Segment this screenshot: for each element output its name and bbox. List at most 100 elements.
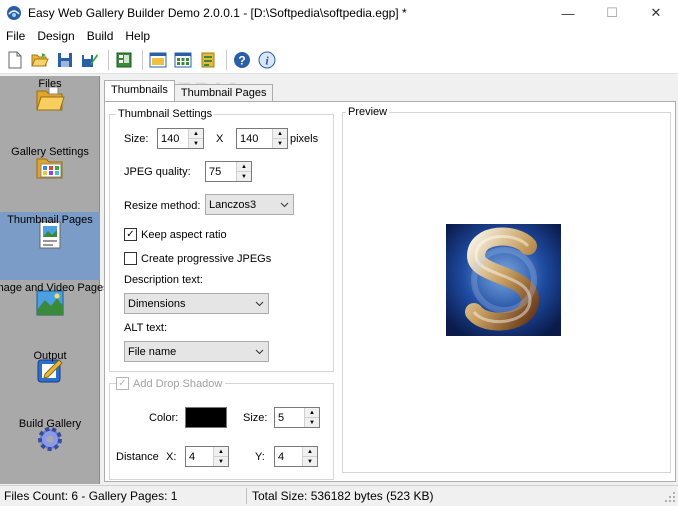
width-spinner[interactable]: 140 ▲ ▼ — [157, 128, 204, 149]
gallery-view-icon — [174, 52, 192, 67]
spin-down-icon[interactable]: ▼ — [305, 418, 319, 427]
save-as-button[interactable] — [79, 49, 101, 71]
drop-shadow-label: Add Drop Shadow — [133, 377, 223, 390]
x-label: X — [216, 133, 224, 145]
spin-down-icon[interactable]: ▼ — [214, 457, 228, 466]
checkmark-icon: ✓ — [116, 377, 129, 390]
spin-down-icon[interactable]: ▼ — [303, 457, 317, 466]
menu-help[interactable]: Help — [119, 26, 156, 46]
help-icon: ? — [234, 51, 250, 68]
jpeg-quality-value: 75 — [209, 165, 222, 178]
size-label: Size: — [124, 133, 149, 145]
save-icon — [58, 52, 72, 67]
toolbar: ? i — [0, 46, 678, 74]
app-icon — [7, 6, 21, 20]
spin-down-icon[interactable]: ▼ — [237, 172, 251, 181]
sidebar-item-files[interactable]: Files — [0, 76, 100, 144]
publish-icon — [201, 52, 215, 67]
publish-button[interactable] — [197, 49, 219, 71]
sidebar-item-output[interactable]: Output — [0, 348, 100, 416]
spin-up-icon[interactable]: ▲ — [214, 447, 228, 457]
info-icon: i — [258, 51, 276, 68]
chevron-down-icon — [251, 349, 268, 355]
preview-thumbnail — [446, 224, 561, 336]
sidebar-item-label: Gallery Settings — [11, 146, 89, 158]
group-title: Preview — [346, 106, 390, 118]
maximize-button[interactable]: ☐ — [590, 0, 634, 26]
drop-shadow-checkbox[interactable]: ✓ Add Drop Shadow — [116, 377, 226, 390]
total-size-status: Total Size: 536182 bytes (523 KB) — [252, 489, 434, 503]
sidebar-item-label: Build Gallery — [18, 418, 82, 430]
tab-thumbnail-pages[interactable]: Thumbnail Pages — [173, 84, 274, 102]
drop-shadow-group: ✓ Add Drop Shadow Color: Size: 5 ▲ ▼ Dist… — [109, 377, 334, 480]
shadow-size-spinner[interactable]: 5 ▲ ▼ — [274, 407, 320, 428]
sidebar-item-label: Files — [38, 78, 62, 90]
title-bar: Easy Web Gallery Builder Demo 2.0.0.1 - … — [0, 0, 678, 26]
toolbar-separator — [226, 49, 227, 70]
svg-text:?: ? — [238, 53, 245, 67]
close-button[interactable]: ✕ — [634, 0, 678, 26]
checkmark-icon: ✓ — [124, 228, 137, 241]
description-text-label: Description text: — [124, 274, 203, 286]
gallery-view-button[interactable] — [172, 49, 194, 71]
open-button[interactable] — [29, 49, 51, 71]
toolbar-separator — [142, 49, 143, 70]
spin-up-icon[interactable]: ▲ — [303, 447, 317, 457]
shadow-size-value: 5 — [278, 411, 285, 424]
preview-button[interactable] — [147, 49, 169, 71]
description-text-select[interactable]: Dimensions — [124, 293, 269, 314]
keep-aspect-checkbox[interactable]: ✓ Keep aspect ratio — [124, 228, 227, 241]
jpeg-quality-label: JPEG quality: — [124, 166, 191, 178]
tab-thumbnails[interactable]: Thumbnails — [104, 80, 175, 101]
spin-up-icon[interactable]: ▲ — [189, 129, 203, 139]
save-button[interactable] — [54, 49, 76, 71]
distance-y-value: 4 — [278, 450, 285, 463]
tab-strip: Thumbnails Thumbnail Pages — [104, 80, 274, 102]
shadow-color-swatch[interactable] — [185, 407, 227, 428]
spin-up-icon[interactable]: ▲ — [305, 408, 319, 418]
sidebar-item-gallery-settings[interactable]: Gallery Settings — [0, 144, 100, 212]
jpeg-quality-spinner[interactable]: 75 ▲ ▼ — [205, 161, 252, 182]
preview-group: Preview — [342, 106, 671, 473]
distance-y-spinner[interactable]: 4 ▲ ▼ — [274, 446, 318, 467]
chevron-down-icon — [276, 202, 293, 208]
thumbnails-panel: Thumbnail Settings Size: 140 ▲ ▼ X 140 ▲ ▼… — [104, 101, 676, 482]
build-icon — [116, 52, 132, 67]
distance-x-label: X: — [166, 451, 177, 463]
spin-up-icon[interactable]: ▲ — [273, 129, 287, 139]
width-value: 140 — [161, 132, 180, 145]
window-title: Easy Web Gallery Builder Demo 2.0.0.1 - … — [28, 6, 407, 20]
preview-icon — [149, 52, 167, 67]
pixels-label: pixels — [290, 133, 319, 145]
new-button[interactable] — [4, 49, 26, 71]
progressive-jpeg-checkbox[interactable]: Create progressive JPEGs — [124, 252, 271, 265]
menu-build[interactable]: Build — [81, 26, 120, 46]
menu-file[interactable]: File — [0, 26, 31, 46]
minimize-button[interactable]: — — [546, 0, 590, 26]
menu-design[interactable]: Design — [31, 26, 80, 46]
save-as-icon — [82, 53, 98, 67]
sidebar-item-image-video-pages[interactable]: Image and Video Pages — [0, 280, 109, 348]
spin-up-icon[interactable]: ▲ — [237, 162, 251, 172]
menu-bar: File Design Build Help — [0, 26, 678, 46]
distance-y-label: Y: — [255, 451, 265, 463]
height-value: 140 — [240, 132, 259, 145]
height-spinner[interactable]: 140 ▲ ▼ — [236, 128, 288, 149]
toolbar-separator — [108, 49, 109, 70]
spin-down-icon[interactable]: ▼ — [189, 139, 203, 148]
info-button[interactable]: i — [256, 49, 278, 71]
build-button[interactable] — [113, 49, 135, 71]
distance-x-spinner[interactable]: 4 ▲ ▼ — [185, 446, 229, 467]
keep-aspect-label: Keep aspect ratio — [141, 228, 227, 241]
distance-x-value: 4 — [189, 450, 196, 463]
files-count-status: Files Count: 6 - Gallery Pages: 1 — [4, 489, 178, 503]
help-button[interactable]: ? — [231, 49, 253, 71]
open-icon — [31, 52, 49, 66]
sidebar-item-thumbnail-pages[interactable]: Thumbnail Pages — [0, 212, 100, 280]
resize-method-select[interactable]: Lanczos3 — [205, 194, 294, 215]
status-bar: Files Count: 6 - Gallery Pages: 1 Total … — [0, 485, 678, 505]
resize-grip-icon[interactable] — [664, 491, 676, 503]
spin-down-icon[interactable]: ▼ — [273, 139, 287, 148]
alt-text-select[interactable]: File name — [124, 341, 269, 362]
sidebar-item-build-gallery[interactable]: Build Gallery — [0, 416, 100, 484]
